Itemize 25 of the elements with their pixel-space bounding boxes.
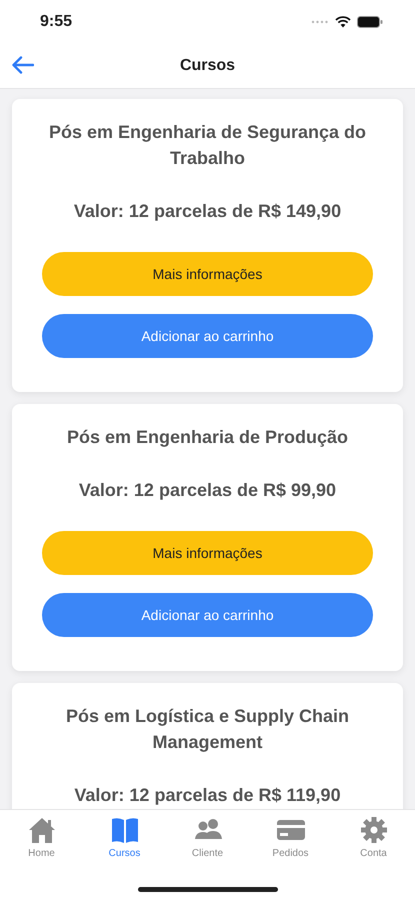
status-time: 9:55 — [40, 13, 72, 31]
add-to-cart-button[interactable]: Adicionar ao carrinho — [42, 593, 373, 637]
cellular-signal-icon — [311, 20, 329, 24]
course-title: Pós em Engenharia de Segurança do Trabalho — [48, 121, 368, 170]
course-title: Pós em Logística e Supply Chain Management — [64, 705, 350, 754]
tab-bar-item[interactable]: Pedidos — [249, 814, 332, 861]
tab-bar-item[interactable]: Conta — [332, 814, 415, 861]
back-arrow-icon — [12, 56, 34, 74]
more-info-button[interactable]: Mais informações — [42, 531, 373, 575]
back-button[interactable] — [10, 54, 36, 76]
wifi-icon — [335, 16, 351, 28]
course-title: Pós em Engenharia de Produção — [66, 426, 350, 449]
tab-bar-item[interactable]: Cursos — [83, 814, 166, 861]
home-icon — [26, 816, 56, 844]
course-price: Valor: 12 parcelas de R$ 119,90 — [73, 785, 342, 806]
course-price: Valor: 12 parcelas de R$ 149,90 — [72, 201, 342, 222]
add-to-cart-button[interactable]: Adicionar ao carrinho — [42, 314, 373, 358]
settings-icon — [358, 816, 388, 844]
more-info-button[interactable]: Mais informações — [42, 252, 373, 296]
battery-icon — [357, 16, 383, 28]
course-price: Valor: 12 parcelas de R$ 99,90 — [78, 480, 338, 501]
tab-bar-item[interactable]: Cliente — [166, 814, 249, 861]
tab-bar-item[interactable]: Home — [0, 814, 83, 861]
screen-title: Cursos — [180, 57, 236, 75]
open-book-icon — [110, 816, 140, 844]
